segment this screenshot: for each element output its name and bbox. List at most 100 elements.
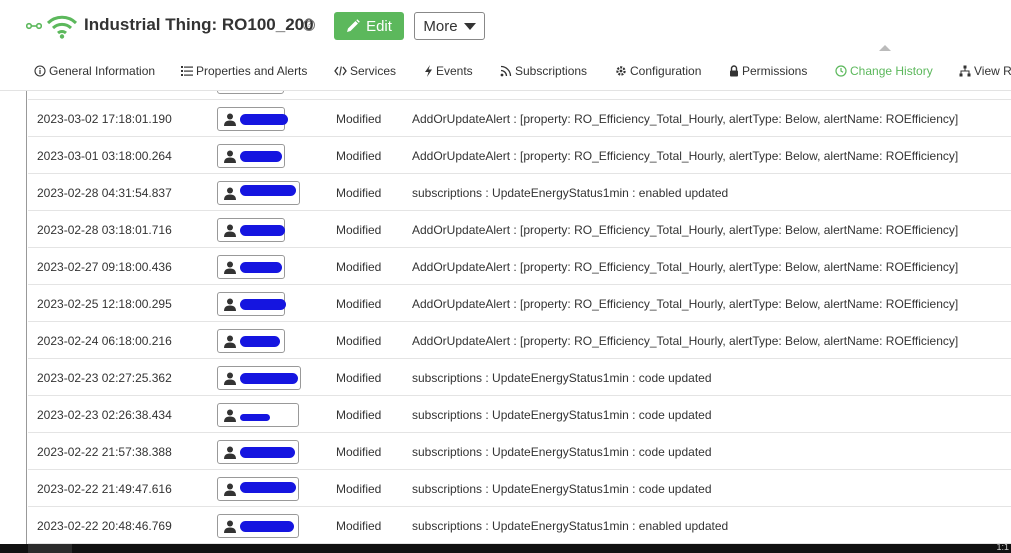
user-chip[interactable] — [217, 91, 284, 94]
edit-button-label: Edit — [366, 17, 392, 35]
change-description: subscriptions : UpdateEnergyStatus1min :… — [412, 408, 712, 422]
change-description: subscriptions : UpdateEnergyStatus1min :… — [412, 186, 729, 200]
change-type: Modified — [336, 149, 382, 163]
user-icon — [224, 372, 236, 385]
user-chip[interactable] — [217, 440, 299, 464]
content-border — [26, 91, 27, 544]
redacted-username — [240, 185, 296, 196]
table-row: 2023-02-23 02:26:38.434 Modified subscri… — [28, 396, 1011, 433]
table-row: 2023-03-01 03:18:00.264 Modified AddOrUp… — [28, 137, 1011, 174]
rss-icon — [500, 65, 512, 77]
tab-permissions[interactable]: Permissions — [729, 64, 807, 78]
tab-bar: General Information Properties and Alert… — [0, 50, 1011, 91]
table-row: 2023-02-27 09:18:00.436 Modified AddOrUp… — [28, 248, 1011, 285]
user-chip[interactable] — [217, 218, 285, 242]
table-row: 2023-02-23 02:27:25.362 Modified subscri… — [28, 359, 1011, 396]
tab-label: Services — [350, 64, 397, 78]
thing-header: Industrial Thing: RO100_200 ? Edit More — [0, 0, 1011, 50]
tab-label: Permissions — [742, 64, 808, 78]
timestamp: 2023-02-22 21:57:38.388 — [37, 445, 172, 459]
tab-label: View R — [974, 64, 1011, 78]
change-type: Modified — [336, 260, 382, 274]
page-title: Industrial Thing: RO100_200 — [84, 15, 314, 34]
gear-icon — [616, 66, 626, 76]
timestamp: 2023-02-28 04:31:54.837 — [37, 186, 172, 200]
user-chip[interactable] — [217, 144, 285, 168]
info-icon — [34, 65, 46, 77]
tab-services[interactable]: Services — [334, 64, 396, 78]
tab-label: General Information — [49, 64, 156, 78]
table-row: 2023-02-28 04:31:54.837 Modified subscri… — [28, 174, 1011, 211]
change-description: subscriptions : UpdateEnergyStatus1min :… — [412, 371, 712, 385]
tab-events[interactable]: Events — [424, 64, 473, 78]
user-icon — [224, 446, 236, 459]
change-description: AddOrUpdateAlert : [property: RO_Efficie… — [412, 334, 959, 348]
change-type: Modified — [336, 482, 382, 496]
tab-configuration[interactable]: Configuration — [615, 64, 701, 78]
redacted-username — [240, 373, 298, 384]
taskbar-item[interactable] — [28, 544, 72, 553]
table-row: 2023-02-22 21:49:47.616 Modified subscri… — [28, 470, 1011, 507]
link-icon — [25, 18, 43, 36]
tab-label: Change History — [850, 64, 933, 78]
tab-properties-and-alerts[interactable]: Properties and Alerts — [181, 64, 307, 78]
tab-view-relationships[interactable]: View R — [959, 64, 1011, 78]
timestamp: 2023-02-28 03:18:01.716 — [37, 223, 172, 237]
sitemap-icon — [959, 65, 971, 77]
change-type: Modified — [336, 445, 382, 459]
user-chip[interactable] — [217, 181, 300, 205]
redacted-username — [240, 336, 280, 347]
active-tab-pointer — [879, 45, 891, 51]
tab-label: Configuration — [630, 64, 702, 78]
tab-general-information[interactable]: General Information — [34, 64, 155, 78]
change-type: Modified — [336, 408, 382, 422]
help-icon[interactable]: ? — [303, 19, 315, 31]
change-type: Modified — [336, 519, 382, 533]
wifi-icon — [46, 12, 78, 44]
user-chip[interactable] — [217, 107, 288, 131]
user-chip[interactable] — [217, 329, 285, 353]
user-icon — [224, 520, 236, 533]
more-button[interactable]: More — [414, 12, 485, 40]
change-description: AddOrUpdateAlert : [property: RO_Efficie… — [412, 149, 959, 163]
user-chip[interactable] — [217, 403, 299, 427]
user-chip[interactable] — [217, 255, 285, 279]
change-description: AddOrUpdateAlert : [property: RO_Efficie… — [412, 297, 959, 311]
timestamp: 2023-03-01 03:18:00.264 — [37, 149, 172, 163]
change-type: Modified — [336, 334, 382, 348]
edit-button[interactable]: Edit — [334, 12, 404, 40]
change-description: AddOrUpdateAlert : [property: RO_Efficie… — [412, 260, 959, 274]
user-icon — [224, 335, 236, 348]
change-type: Modified — [336, 297, 382, 311]
user-chip[interactable] — [217, 366, 301, 390]
redacted-username — [240, 299, 286, 310]
tab-subscriptions[interactable]: Subscriptions — [500, 64, 587, 78]
redacted-username — [240, 414, 270, 421]
lock-icon — [730, 65, 738, 77]
timestamp: 2023-02-22 21:49:47.616 — [37, 482, 172, 496]
table-row: 2023-03-02 17:18:01.190 Modified AddOrUp… — [28, 100, 1011, 137]
user-icon — [224, 113, 236, 126]
change-description: AddOrUpdateAlert : [property: RO_Efficie… — [412, 112, 959, 126]
user-chip[interactable] — [217, 477, 299, 501]
tab-change-history[interactable]: Change History — [835, 64, 933, 78]
bolt-icon — [425, 65, 432, 77]
pencil-icon — [347, 19, 360, 32]
tab-label: Events — [436, 64, 473, 78]
table-row: 2023-02-24 06:18:00.216 Modified AddOrUp… — [28, 322, 1011, 359]
change-description: subscriptions : UpdateEnergyStatus1min :… — [412, 519, 729, 533]
user-icon — [224, 224, 236, 237]
tab-label: Properties and Alerts — [196, 64, 308, 78]
taskbar-clock: 1:1 — [996, 542, 1009, 552]
change-type: Modified — [336, 112, 382, 126]
clock-icon — [835, 65, 847, 77]
user-chip[interactable] — [217, 514, 299, 538]
change-description: subscriptions : UpdateEnergyStatus1min :… — [412, 482, 712, 496]
timestamp: 2023-02-22 20:48:46.769 — [37, 519, 172, 533]
caret-down-icon — [463, 22, 476, 30]
user-chip[interactable] — [217, 292, 286, 316]
timestamp: 2023-02-23 02:27:25.362 — [37, 371, 172, 385]
user-icon — [224, 150, 236, 163]
user-icon — [224, 409, 236, 422]
change-description: subscriptions : UpdateEnergyStatus1min :… — [412, 445, 712, 459]
